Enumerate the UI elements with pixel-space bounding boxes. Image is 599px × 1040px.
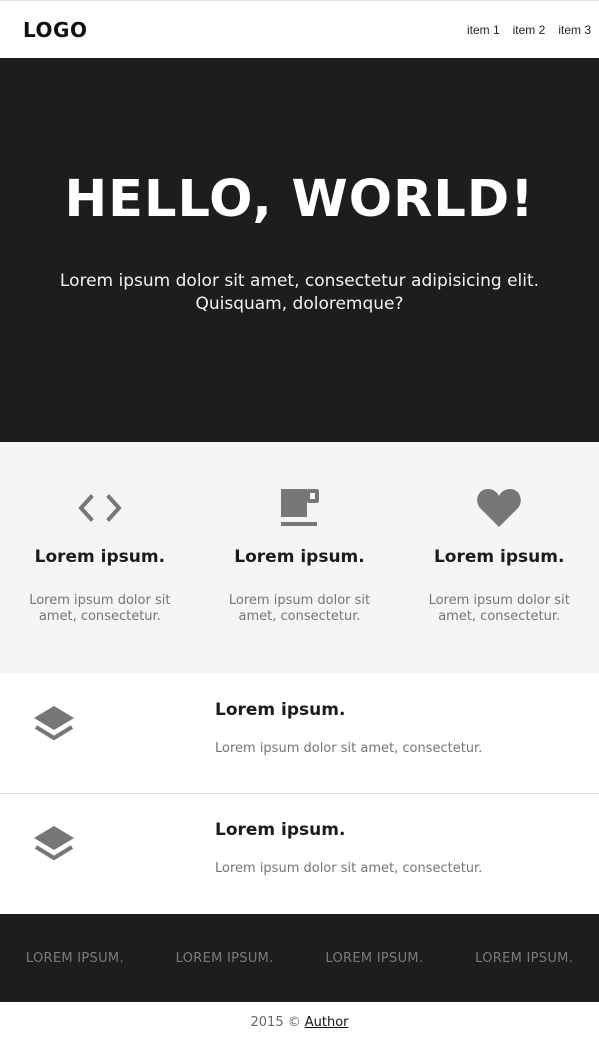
info-row-description: Lorem ipsum dolor sit amet, consectetur.	[215, 861, 483, 876]
feature-text-line-1: Lorem ipsum dolor sit	[428, 593, 570, 608]
footer-link[interactable]: LOREM IPSUM.	[150, 951, 300, 966]
copyright: 2015 © Author	[0, 1002, 599, 1040]
info-row: Lorem ipsum. Lorem ipsum dolor sit amet,…	[0, 794, 599, 914]
nav-item-1[interactable]: item 1	[467, 23, 500, 37]
logo[interactable]: LOGO	[23, 18, 87, 42]
feature-text-line-1: Lorem ipsum dolor sit	[228, 593, 371, 608]
nav-item-3[interactable]: item 3	[558, 23, 591, 37]
feature-text: Lorem ipsum dolor sit amet, consectetur.	[200, 593, 400, 625]
code-icon	[0, 486, 200, 530]
footer-link[interactable]: LOREM IPSUM.	[449, 951, 599, 966]
feature-text-line-2: amet, consectetur.	[438, 609, 561, 624]
feature-item: Lorem ipsum. Lorem ipsum dolor sit amet,…	[0, 486, 200, 674]
feature-title: Lorem ipsum.	[234, 547, 365, 567]
info-row: Lorem ipsum. Lorem ipsum dolor sit amet,…	[0, 674, 599, 794]
hero-title: HELLO, WORLD!	[64, 170, 535, 229]
feature-text: Lorem ipsum dolor sit amet, consectetur.	[0, 593, 200, 625]
feature-item: Lorem ipsum. Lorem ipsum dolor sit amet,…	[200, 486, 400, 674]
feature-text-line-2: amet, consectetur.	[38, 609, 161, 624]
copyright-text: 2015 ©	[250, 1014, 301, 1030]
coffee-cup-icon	[200, 486, 400, 530]
feature-text-line-2: amet, consectetur.	[238, 609, 361, 624]
footer-link[interactable]: LOREM IPSUM.	[0, 951, 150, 966]
footer-link[interactable]: LOREM IPSUM.	[300, 951, 450, 966]
hero-subtitle-line-2: Quisquam, doloremque?	[195, 294, 404, 314]
main-nav: item 1 item 2 item 3	[467, 23, 591, 37]
hero-subtitle-line-1: Lorem ipsum dolor sit amet, consectetur …	[59, 271, 540, 291]
hero-section: HELLO, WORLD! Lorem ipsum dolor sit amet…	[0, 58, 599, 442]
feature-text: Lorem ipsum dolor sit amet, consectetur.	[399, 593, 599, 625]
layers-icon	[0, 794, 215, 914]
hero-subtitle: Lorem ipsum dolor sit amet, consectetur …	[0, 270, 599, 316]
layers-icon	[0, 674, 215, 793]
info-row-title: Lorem ipsum.	[215, 700, 346, 720]
info-row-title: Lorem ipsum.	[215, 820, 346, 840]
info-row-text: Lorem ipsum. Lorem ipsum dolor sit amet,…	[215, 674, 482, 793]
feature-title: Lorem ipsum.	[433, 547, 565, 567]
feature-text-line-1: Lorem ipsum dolor sit	[29, 593, 171, 608]
footer-links: LOREM IPSUM. LOREM IPSUM. LOREM IPSUM. L…	[0, 914, 599, 1002]
info-row-description: Lorem ipsum dolor sit amet, consectetur.	[215, 741, 483, 756]
nav-item-2[interactable]: item 2	[513, 23, 546, 37]
feature-title: Lorem ipsum.	[34, 547, 166, 567]
info-row-text: Lorem ipsum. Lorem ipsum dolor sit amet,…	[215, 794, 482, 914]
features-section: Lorem ipsum. Lorem ipsum dolor sit amet,…	[0, 442, 599, 674]
site-header: LOGO item 1 item 2 item 3	[0, 0, 599, 58]
author-link[interactable]: Author	[305, 1015, 349, 1030]
heart-icon	[399, 486, 599, 530]
feature-item: Lorem ipsum. Lorem ipsum dolor sit amet,…	[399, 486, 599, 674]
